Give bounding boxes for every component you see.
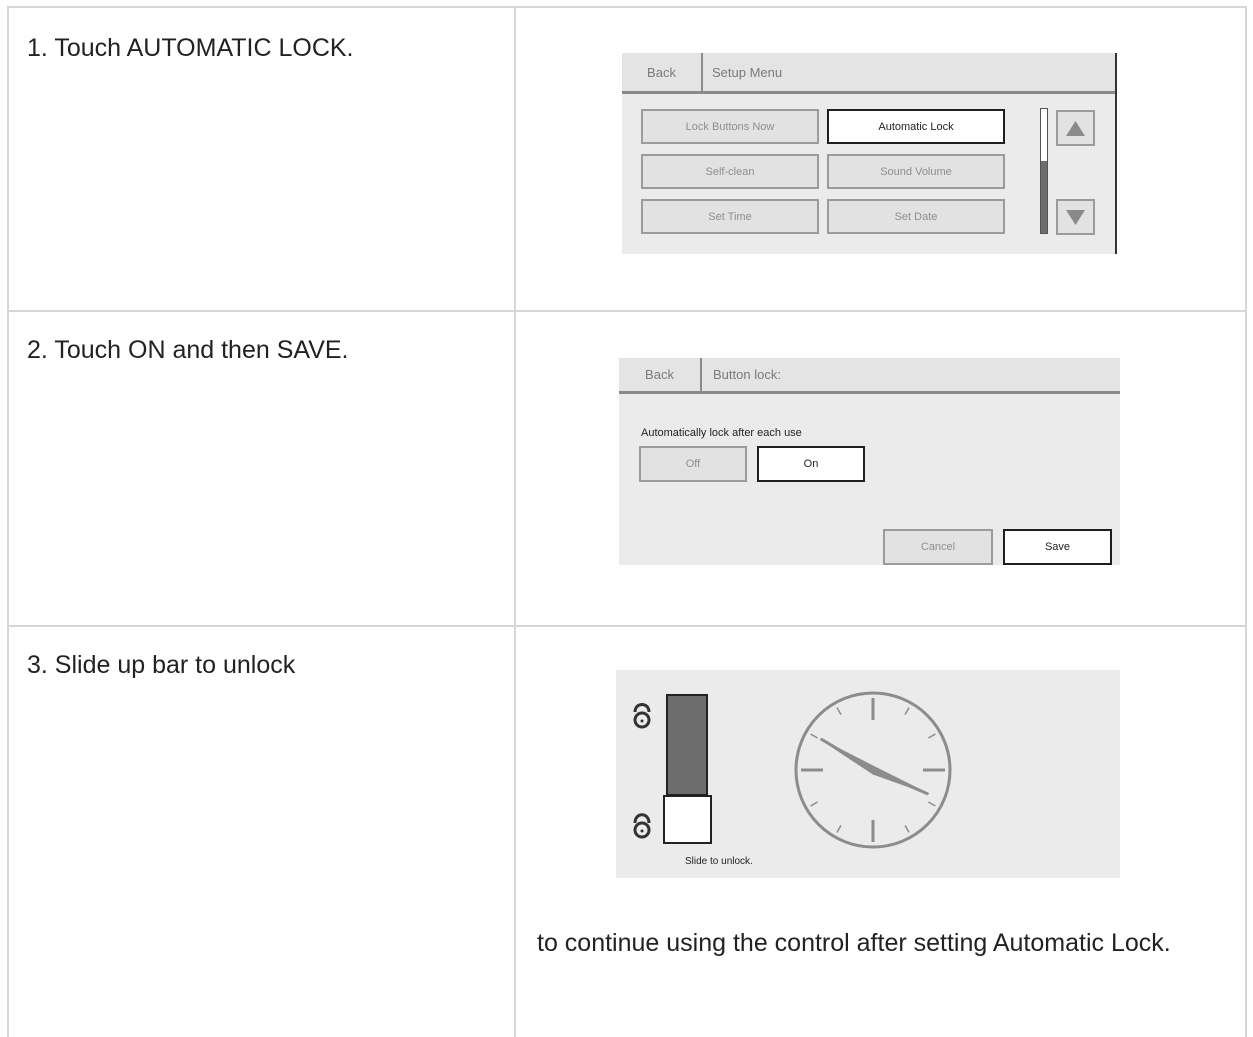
unlock-slider-track[interactable] (666, 694, 708, 796)
step-3-note: to continue using the control after sett… (537, 929, 1171, 957)
panel-edge (1115, 53, 1117, 254)
screen-header: Back Button lock: (619, 358, 1120, 394)
scroll-down-button[interactable] (1056, 199, 1095, 235)
screen-title: Button lock: (713, 367, 781, 382)
save-button[interactable]: Save (1003, 529, 1112, 565)
on-button[interactable]: On (757, 446, 865, 482)
button-lock-screen: Back Button lock: Automatically lock aft… (619, 358, 1120, 565)
automatic-lock-button[interactable]: Automatic Lock (827, 109, 1005, 144)
screen-header: Back Setup Menu (622, 53, 1117, 94)
clock-icon (794, 691, 952, 849)
arrow-up-icon (1066, 121, 1085, 136)
sound-volume-button[interactable]: Sound Volume (827, 154, 1005, 189)
scroll-up-button[interactable] (1056, 110, 1095, 146)
lock-closed-icon (633, 813, 651, 839)
back-button[interactable]: Back (622, 53, 703, 91)
screen-title: Setup Menu (712, 64, 783, 80)
step-3-text: 3. Slide up bar to unlock (27, 651, 296, 679)
lock-buttons-now-button[interactable]: Lock Buttons Now (641, 109, 819, 144)
column-divider (514, 6, 516, 1037)
row-divider (7, 625, 1247, 627)
auto-lock-label: Automatically lock after each use (641, 427, 802, 439)
step-2-text: 2. Touch ON and then SAVE. (27, 336, 349, 364)
slide-caption: Slide to unlock. (685, 856, 753, 867)
step-1-text: 1. Touch AUTOMATIC LOCK. (27, 34, 354, 62)
back-button[interactable]: Back (619, 358, 702, 391)
set-date-button[interactable]: Set Date (827, 199, 1005, 234)
arrow-down-icon (1066, 210, 1085, 225)
off-button[interactable]: Off (639, 446, 747, 482)
table-border-top (7, 6, 1247, 8)
set-time-button[interactable]: Set Time (641, 199, 819, 234)
scrollbar-thumb[interactable] (1041, 161, 1047, 233)
row-divider (7, 310, 1247, 312)
setup-menu-screen: Back Setup Menu Lock Buttons Now Automat… (622, 53, 1117, 254)
table-border-right (1245, 6, 1247, 1037)
cancel-button[interactable]: Cancel (883, 529, 993, 565)
table-border-left (7, 6, 9, 1037)
instructions-table: 1. Touch AUTOMATIC LOCK. 2. Touch ON and… (7, 6, 1247, 1037)
scrollbar[interactable] (1040, 108, 1048, 234)
lock-open-icon (633, 703, 651, 729)
unlock-slider-handle[interactable] (663, 795, 712, 844)
slide-unlock-screen: Slide to unlock. (616, 670, 1120, 878)
self-clean-button[interactable]: Self-clean (641, 154, 819, 189)
